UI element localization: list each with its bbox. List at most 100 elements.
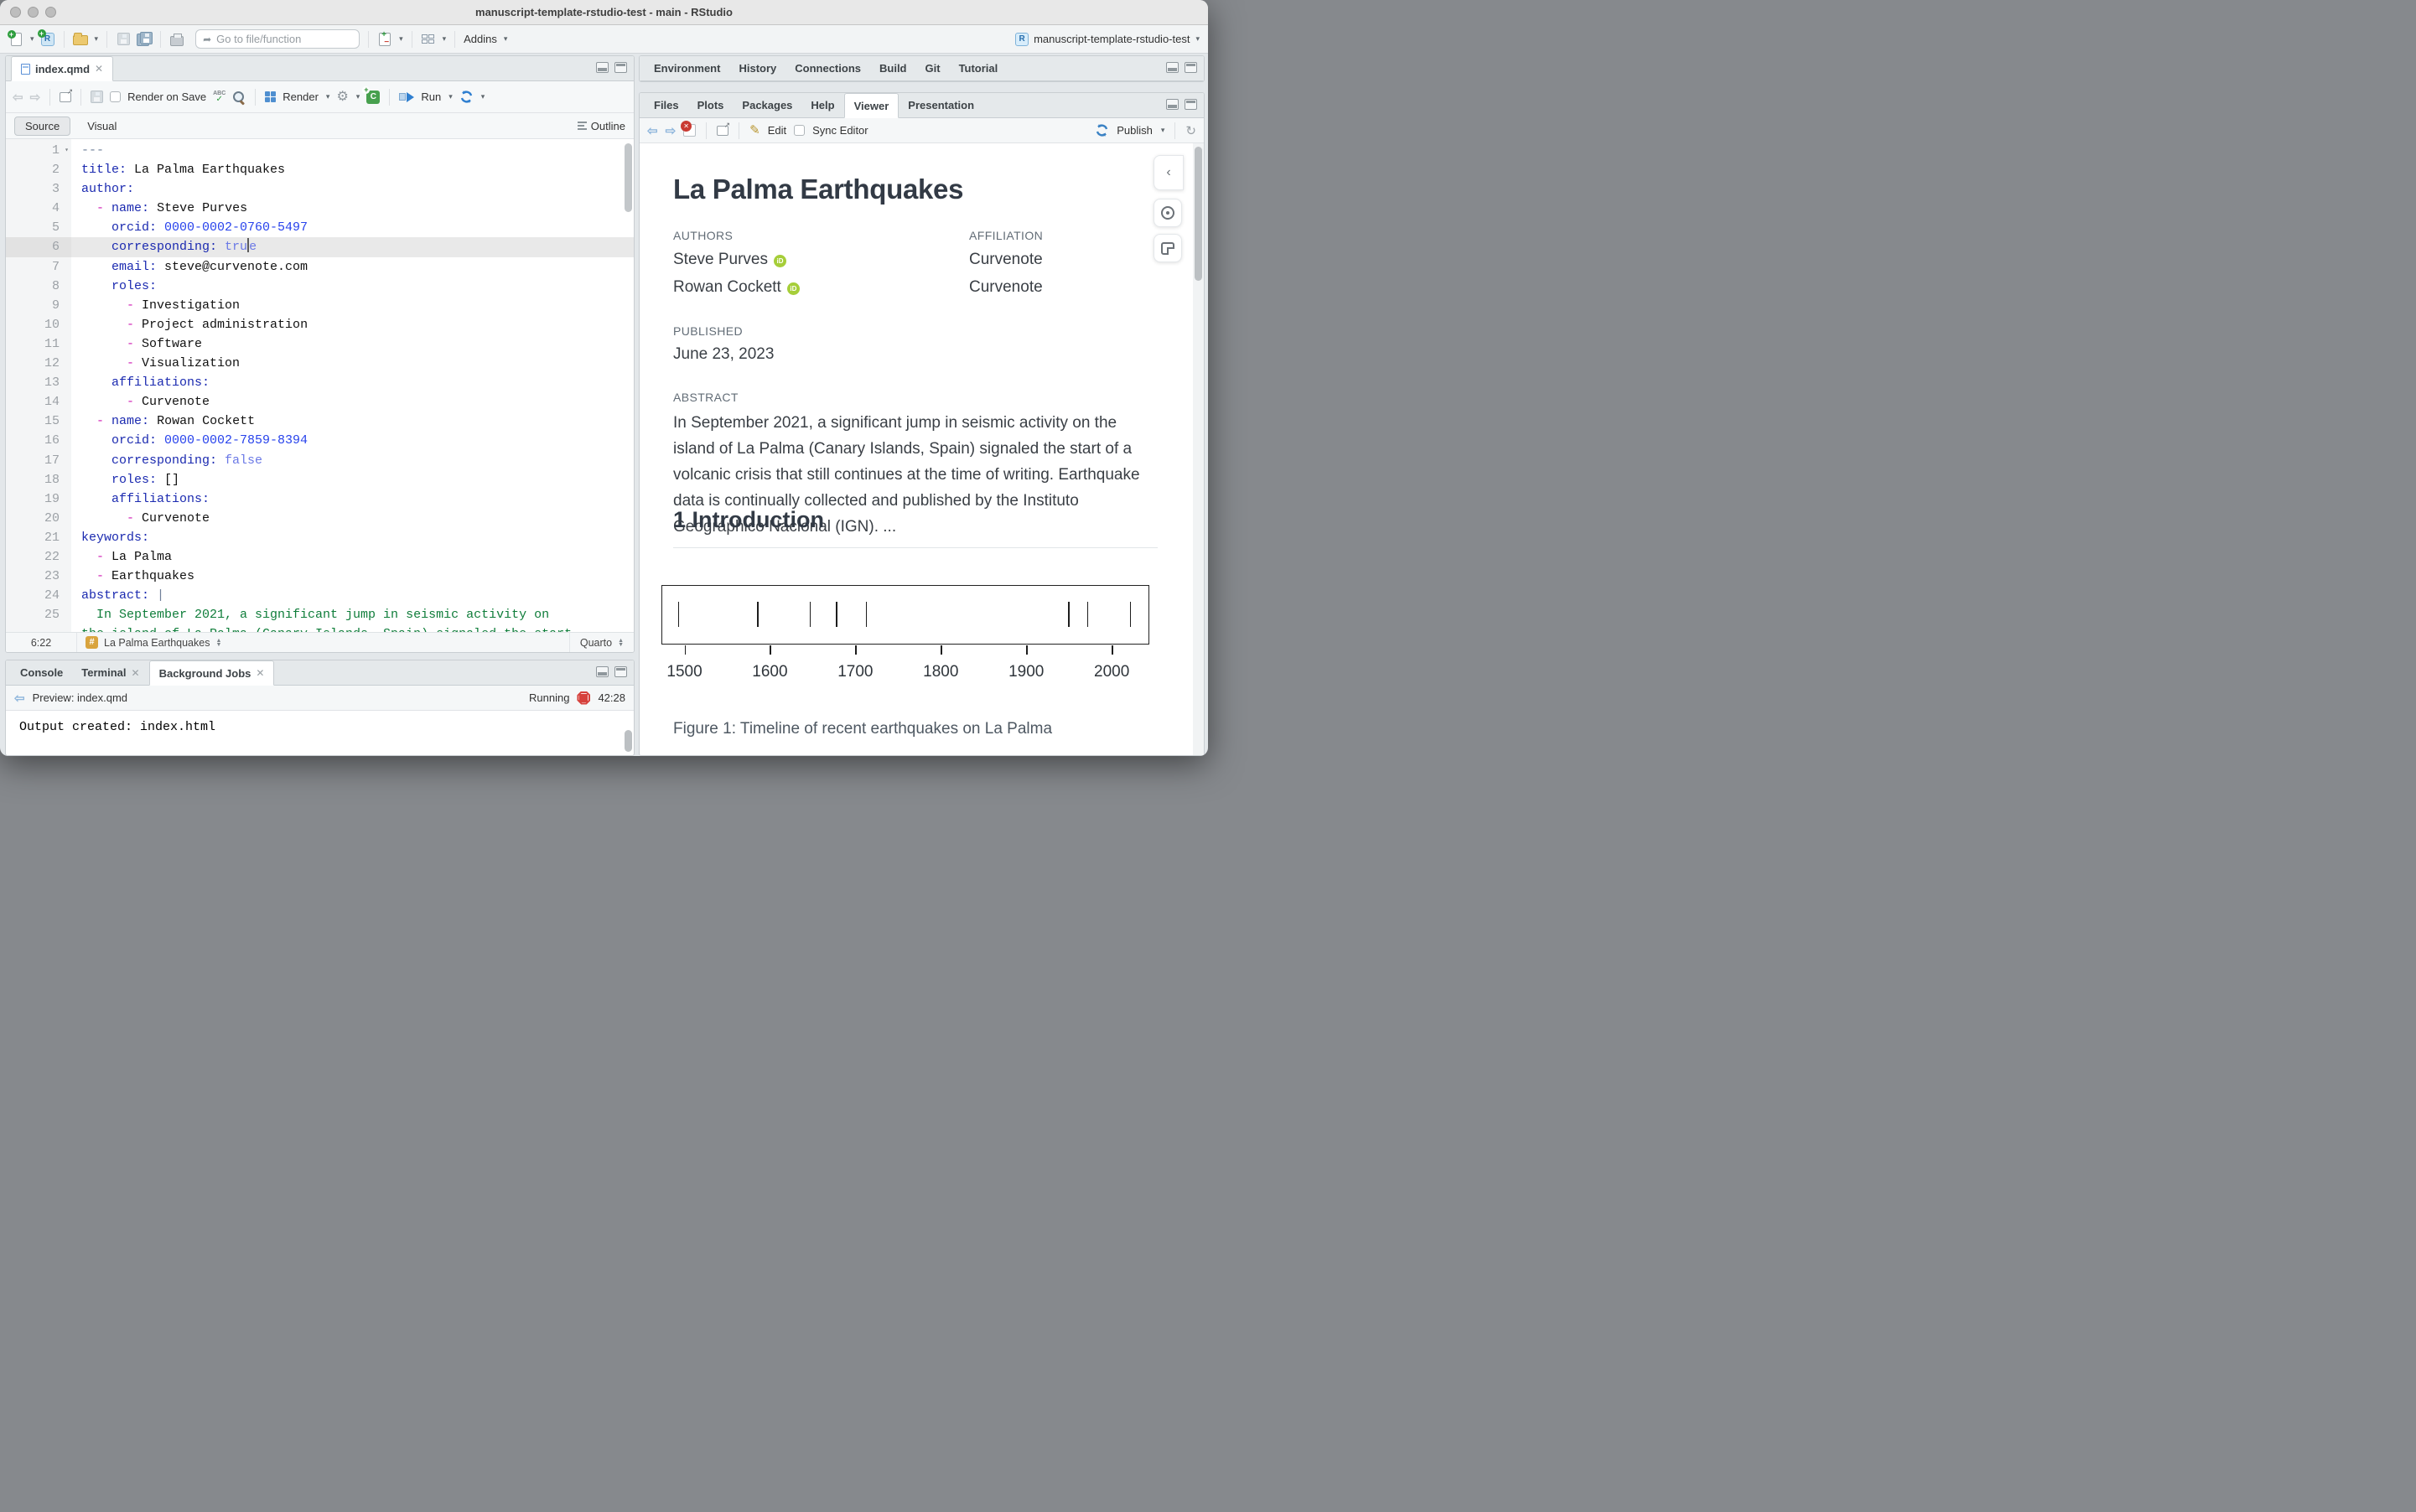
restore-env-pane-icon[interactable] (1166, 62, 1179, 73)
tab-background-jobs[interactable]: Background Jobs ✕ (148, 660, 275, 686)
tab-plots[interactable]: Plots (688, 93, 734, 117)
close-tab-icon[interactable]: ✕ (256, 667, 264, 679)
rerun-icon[interactable] (459, 90, 474, 104)
code-editor[interactable]: 1 ▾ --- 2 title: La Palma Earthquakes 3 author… (6, 139, 634, 632)
code-line-11[interactable]: 11 - Software (6, 334, 634, 354)
code-line-10[interactable]: 10 - Project administration (6, 315, 634, 334)
version-control-dropdown[interactable]: ▾ (399, 34, 403, 44)
minimize-console-icon[interactable] (596, 666, 609, 677)
open-recent-dropdown[interactable]: ▾ (95, 34, 99, 44)
close-tab-icon[interactable]: ✕ (132, 667, 140, 679)
tab-environment[interactable]: Environment (645, 56, 729, 80)
new-file-button[interactable]: + (7, 29, 23, 49)
open-in-new-window-icon[interactable] (60, 87, 73, 102)
orcid-icon[interactable]: iD (786, 282, 800, 295)
code-line-9[interactable]: 9 - Investigation (6, 296, 634, 315)
job-back-icon[interactable]: ⇦ (14, 691, 25, 706)
project-selector[interactable]: R manuscript-template-rstudio-test ▾ (1015, 32, 1200, 46)
open-in-browser-icon[interactable] (717, 121, 730, 136)
publish-dropdown[interactable]: ▾ (1161, 126, 1165, 135)
clear-viewer-icon[interactable] (681, 121, 697, 137)
code-line-8[interactable]: 8 roles: (6, 277, 634, 296)
rerun-dropdown[interactable]: ▾ (481, 92, 485, 101)
workspace-panes-dropdown[interactable]: ▾ (443, 34, 447, 44)
insert-chunk-icon[interactable]: C + (362, 85, 381, 104)
run-dropdown[interactable]: ▾ (448, 92, 453, 101)
tab-viewer[interactable]: Viewer (843, 93, 900, 118)
tab-files[interactable]: Files (645, 93, 688, 117)
tab-presentation[interactable]: Presentation (899, 93, 983, 117)
notes-button[interactable] (1154, 234, 1182, 262)
code-line-5[interactable]: 5 orcid: 0000-0002-0760-5497 (6, 218, 634, 237)
code-line-18[interactable]: 18 roles: [] (6, 470, 634, 489)
stop-job-icon[interactable] (577, 691, 591, 705)
tab-visual-mode[interactable]: Visual (77, 117, 127, 135)
code-line-13[interactable]: 13 affiliations: (6, 373, 634, 392)
code-line-1[interactable]: 1 ▾ --- (6, 141, 634, 160)
new-file-dropdown[interactable]: ▾ (30, 34, 34, 44)
scope-label[interactable]: La Palma Earthquakes (104, 637, 210, 649)
save-all-button[interactable] (137, 29, 153, 49)
code-line-17[interactable]: 17 corresponding: false (6, 451, 634, 470)
code-line-2[interactable]: 2 title: La Palma Earthquakes (6, 160, 634, 179)
workspace-panes-button[interactable] (421, 29, 436, 49)
code-line-16[interactable]: 16 orcid: 0000-0002-7859-8394 (6, 431, 634, 450)
tab-history[interactable]: History (729, 56, 785, 80)
code-line-wrap[interactable]: the island of La Palma (Canary Islands, … (6, 624, 634, 632)
code-line-19[interactable]: 19 affiliations: (6, 489, 634, 509)
back-icon[interactable]: ⇦ (13, 90, 23, 105)
tab-tutorial[interactable]: Tutorial (950, 56, 1008, 80)
scope-sorter-icon[interactable]: ▲ ▼ (215, 638, 221, 648)
run-button[interactable]: Run (421, 91, 441, 103)
tab-build[interactable]: Build (870, 56, 916, 80)
code-line-25[interactable]: 25 In September 2021, a significant jump… (6, 605, 634, 624)
open-file-button[interactable] (72, 29, 88, 49)
sync-editor-checkbox[interactable] (794, 125, 806, 136)
gear-icon[interactable]: ⚙ (336, 90, 348, 104)
print-button[interactable] (169, 29, 184, 49)
visibility-button[interactable] (1154, 199, 1182, 227)
goto-file-input[interactable]: ➦ Go to file/function (195, 29, 360, 49)
code-line-3[interactable]: 3 author: (6, 179, 634, 199)
orcid-icon[interactable]: iD (774, 255, 786, 267)
viewer-back-icon[interactable]: ⇦ (647, 123, 658, 138)
viewer-scrollbar-track[interactable] (1193, 143, 1204, 755)
edit-button[interactable]: Edit (768, 124, 786, 137)
collapse-panel-button[interactable]: ‹ (1154, 155, 1184, 190)
publish-button[interactable]: Publish (1117, 124, 1153, 137)
search-icon[interactable] (232, 91, 246, 104)
code-line-14[interactable]: 14 - Curvenote (6, 392, 634, 412)
viewer-scrollbar-thumb[interactable] (1195, 147, 1202, 281)
format-selector[interactable]: Quarto ▲ ▼ (568, 633, 634, 652)
save-button[interactable] (116, 29, 131, 49)
save-document-icon[interactable] (91, 91, 104, 103)
minimize-viewer-icon[interactable] (1166, 99, 1179, 110)
code-line-23[interactable]: 23 - Earthquakes (6, 567, 634, 586)
addins-menu[interactable]: Addins (464, 33, 497, 45)
code-line-15[interactable]: 15 - name: Rowan Cockett (6, 412, 634, 431)
close-tab-icon[interactable]: ✕ (95, 63, 103, 75)
spellcheck-icon[interactable]: ABC ✓ (213, 91, 226, 104)
code-line-4[interactable]: 4 - name: Steve Purves (6, 199, 634, 218)
console-scrollbar[interactable] (625, 730, 632, 752)
tab-source-mode[interactable]: Source (14, 116, 71, 136)
new-project-button[interactable]: R + (37, 28, 55, 49)
code-line-7[interactable]: 7 email: steve@curvenote.com (6, 257, 634, 277)
tab-console[interactable]: Console (11, 660, 72, 685)
options-dropdown[interactable]: ▾ (356, 92, 360, 101)
version-control-button[interactable]: + − (377, 29, 392, 49)
render-button[interactable]: Render (283, 91, 319, 103)
forward-icon[interactable]: ⇨ (30, 90, 41, 105)
code-line-21[interactable]: 21 keywords: (6, 528, 634, 547)
tab-index-qmd[interactable]: index.qmd ✕ (11, 56, 114, 81)
tab-help[interactable]: Help (801, 93, 843, 117)
maximize-env-pane-icon[interactable] (1185, 62, 1197, 73)
viewer-forward-icon[interactable]: ⇨ (666, 123, 677, 138)
tab-connections[interactable]: Connections (785, 56, 870, 80)
code-line-22[interactable]: 22 - La Palma (6, 547, 634, 567)
maximize-pane-icon[interactable] (614, 62, 627, 73)
render-dropdown[interactable]: ▾ (326, 92, 330, 101)
code-line-20[interactable]: 20 - Curvenote (6, 509, 634, 528)
minimize-pane-icon[interactable] (596, 62, 609, 73)
code-line-12[interactable]: 12 - Visualization (6, 354, 634, 373)
